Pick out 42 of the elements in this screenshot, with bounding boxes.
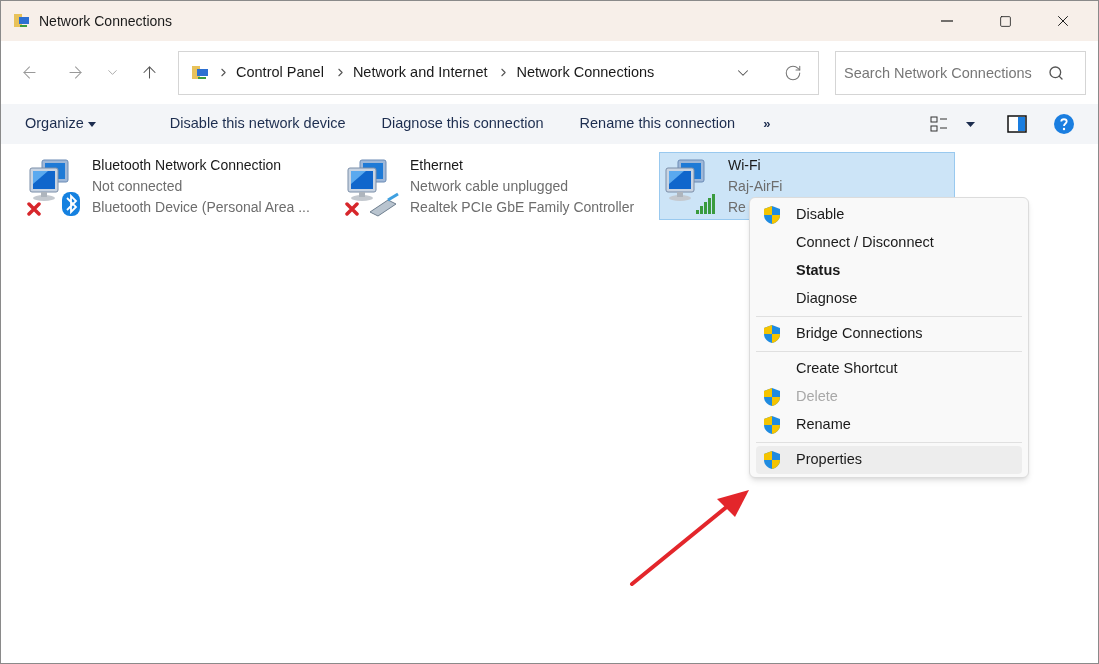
search-field[interactable]: Search Network Connections [835, 50, 1086, 95]
minimize-icon [941, 20, 953, 22]
menu-item[interactable]: Bridge Connections [756, 320, 1022, 348]
breadcrumb[interactable]: Network Connections [516, 61, 655, 84]
ethernet-network-icon [344, 156, 400, 218]
menu-item[interactable]: Properties [756, 446, 1022, 474]
menu-item[interactable]: Create Shortcut [756, 355, 1022, 383]
command-button[interactable]: Disable this network device [169, 113, 346, 135]
menu-item[interactable]: Status [756, 257, 1022, 285]
menu-item[interactable]: Diagnose [756, 285, 1022, 313]
connection-status: Raj-AirFi [728, 177, 783, 196]
connection-item[interactable]: Bluetooth Network Connection Not connected Bluetooth Device (Personal Area ... [23, 152, 319, 220]
menu-item[interactable]: Connect / Disconnect [756, 229, 1022, 257]
caret-icon[interactable] [966, 121, 975, 127]
search-icon [1048, 64, 1064, 81]
breadcrumb[interactable]: Network and Internet [352, 61, 488, 84]
maximize-icon [998, 14, 1012, 28]
adapter-name: Bluetooth Device (Personal Area ... [92, 198, 310, 217]
adapter-name: Realtek PCIe GbE Family Controller [410, 198, 635, 217]
connection-status: Network cable unplugged [410, 177, 569, 196]
connection-name: Wi-Fi [728, 156, 762, 175]
address-bar[interactable]: Control Panel Network and Internet Network Connections [178, 50, 820, 95]
command-button[interactable]: Diagnose this connection [381, 113, 544, 135]
preview-pane-icon[interactable] [1007, 115, 1027, 133]
caret-icon [87, 121, 96, 127]
refresh-icon[interactable] [784, 63, 803, 82]
menu-item[interactable]: Rename [756, 411, 1022, 439]
connection-item[interactable]: Ethernet Network cable unplugged Realtek PCIe GbE Family Controller [341, 152, 637, 220]
connection-name: Ethernet [410, 156, 464, 175]
window-title: Network Connections [39, 11, 173, 31]
help-icon[interactable] [1054, 114, 1074, 134]
network-folder-icon [191, 63, 211, 82]
breadcrumb[interactable]: Control Panel [236, 61, 324, 84]
more-commands-button[interactable]: » [763, 114, 771, 134]
network-folder-icon [13, 12, 31, 30]
organize-menu[interactable]: Organize [25, 113, 96, 135]
connection-name: Bluetooth Network Connection [92, 156, 283, 175]
bluetooth-network-icon [26, 156, 82, 218]
adapter-name: Re [728, 198, 747, 217]
view-options-icon[interactable] [930, 116, 948, 132]
connection-status: Not connected [92, 177, 184, 196]
command-button[interactable]: Rename this connection [579, 113, 736, 135]
